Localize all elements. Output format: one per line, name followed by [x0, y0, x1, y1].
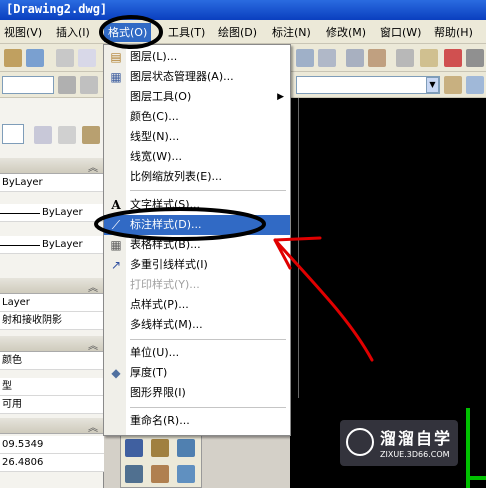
text-style-icon: A — [111, 198, 121, 212]
menu-separator — [130, 190, 286, 191]
menu-item-layer[interactable]: 图层(L)... — [126, 47, 290, 67]
submenu-arrow-icon: ▶ — [277, 92, 284, 102]
scissors-icon[interactable] — [56, 49, 74, 67]
properties-icon[interactable] — [346, 49, 364, 67]
watermark-url: ZIXUE.3D66.COM — [380, 450, 450, 459]
menu-modify[interactable]: 修改(M) — [324, 24, 368, 41]
layer-dropdown[interactable] — [2, 76, 54, 94]
layer-icon: ▤ — [110, 50, 122, 64]
fillet-icon[interactable] — [151, 465, 169, 483]
property-plot-color[interactable]: 颜色 — [0, 352, 104, 370]
menu-draw[interactable]: 绘图(D) — [216, 24, 259, 41]
markup-icon[interactable] — [444, 49, 462, 67]
property-plot-type[interactable]: 型 — [0, 378, 104, 396]
section-header-3d[interactable]: ︽ — [0, 278, 104, 294]
menu-item-point-style[interactable]: 点样式(P)... — [126, 295, 290, 315]
property-plot-available[interactable]: 可用 — [0, 396, 104, 414]
copy-icon[interactable] — [78, 49, 96, 67]
section-header-plot[interactable]: ︽ — [0, 336, 104, 352]
watermark-logo-icon — [346, 428, 374, 456]
sheet-set-icon[interactable] — [420, 49, 438, 67]
toggle-pickadd-icon[interactable] — [34, 126, 52, 144]
window-title: [Drawing2.dwg] — [6, 2, 108, 16]
layer-states-icon[interactable] — [80, 76, 98, 94]
menu-item-dimension-style[interactable]: 标注样式(D)... — [104, 215, 290, 235]
chevron-down-icon[interactable]: ▼ — [426, 77, 439, 93]
property-shadow[interactable]: 射和接收阴影 — [0, 312, 104, 330]
dimension-style-icon: ⟋ — [111, 218, 121, 232]
chamfer-icon[interactable] — [125, 465, 143, 483]
menu-item-lineweight[interactable]: 线宽(W)... — [126, 147, 290, 167]
format-menu: 图层(L)... ▤ 图层状态管理器(A)... ▦ 图层工具(O) ▶ 颜色(C… — [103, 44, 291, 436]
menu-window[interactable]: 窗口(W) — [378, 24, 423, 41]
layer-states-icon: ▦ — [110, 70, 122, 84]
menu-item-layer-tools[interactable]: 图层工具(O) ▶ — [126, 87, 290, 107]
menu-item-linetype[interactable]: 线型(N)... — [126, 127, 290, 147]
section-header-general[interactable]: ︽ — [0, 158, 104, 174]
property-linetype[interactable]: ByLayer — [0, 204, 104, 222]
menu-item-color[interactable]: 颜色(C)... — [126, 107, 290, 127]
menu-dimension[interactable]: 标注(N) — [270, 24, 313, 41]
calculator-icon[interactable] — [466, 49, 484, 67]
object-dropdown[interactable] — [2, 124, 24, 144]
menu-item-rename[interactable]: 重命名(R)... — [126, 411, 290, 431]
quick-select-icon[interactable] — [82, 126, 100, 144]
menu-item-text-style[interactable]: 文字样式(S)... — [126, 195, 290, 215]
properties-panel: ︽ ByLayer ByLayer ByLayer ︽ Layer 射和接收阴影… — [0, 98, 104, 488]
design-center-icon[interactable] — [368, 49, 386, 67]
select-objects-icon[interactable] — [58, 126, 76, 144]
window-title-bar: [Drawing2.dwg] — [0, 0, 486, 20]
menu-tools[interactable]: 工具(T) — [166, 24, 207, 41]
table-style-icon[interactable] — [466, 76, 484, 94]
watermark: 溜溜自学 ZIXUE.3D66.COM — [340, 420, 458, 466]
menu-view[interactable]: 视图(V) — [2, 24, 44, 41]
menu-item-layer-states[interactable]: 图层状态管理器(A)... — [126, 67, 290, 87]
table-style-icon: ▦ — [110, 238, 122, 252]
watermark-title: 溜溜自学 — [380, 429, 453, 448]
property-lineweight[interactable]: ByLayer — [0, 236, 104, 254]
menu-item-scale-list[interactable]: 比例缩放列表(E)... — [126, 167, 290, 187]
tool-palette-icon[interactable] — [396, 49, 414, 67]
break-icon[interactable] — [177, 439, 195, 457]
ucs-x-axis — [466, 476, 486, 480]
menu-item-plot-style: 打印样式(Y)... — [130, 278, 200, 291]
explode-icon[interactable] — [177, 465, 195, 483]
menu-item-mleader-style[interactable]: 多重引线样式(I) — [126, 255, 290, 275]
menu-insert[interactable]: 插入(I) — [54, 24, 92, 41]
property-center-x[interactable]: 09.5349 — [0, 436, 104, 454]
menu-item-thickness[interactable]: 厚度(T) — [126, 363, 290, 383]
publish-icon[interactable] — [26, 49, 44, 67]
menu-item-units[interactable]: 单位(U)... — [126, 343, 290, 363]
menu-item-drawing-limits[interactable]: 图形界限(I) — [126, 383, 290, 403]
property-material[interactable]: Layer — [0, 294, 104, 312]
mleader-style-icon: ↗ — [110, 258, 122, 272]
trim-icon[interactable] — [125, 439, 143, 457]
menu-separator — [130, 407, 286, 408]
property-color[interactable]: ByLayer — [0, 174, 104, 192]
dim-style-icon[interactable] — [444, 76, 462, 94]
menu-help[interactable]: 帮助(H) — [432, 24, 475, 41]
menu-item-table-style[interactable]: 表格样式(B)... — [126, 235, 290, 255]
menu-bar: 视图(V) 插入(I) 格式(O) 工具(T) 绘图(D) 标注(N) 修改(M… — [0, 20, 486, 44]
layer-previous-icon[interactable] — [58, 76, 76, 94]
section-header-view[interactable]: ︽ — [0, 418, 104, 434]
style-dropdown[interactable] — [296, 76, 440, 94]
zoom-realtime-icon[interactable] — [318, 49, 336, 67]
menu-separator — [130, 339, 286, 340]
property-center-y[interactable]: 26.4806 — [0, 454, 104, 472]
menu-item-multiline-style[interactable]: 多线样式(M)... — [126, 315, 290, 335]
menu-format[interactable]: 格式(O) — [104, 23, 152, 42]
zoom-window-icon[interactable] — [296, 49, 314, 67]
layer-icon[interactable] — [4, 49, 22, 67]
thickness-icon: ◆ — [111, 366, 121, 380]
viewport-border — [298, 98, 299, 398]
extend-icon[interactable] — [151, 439, 169, 457]
